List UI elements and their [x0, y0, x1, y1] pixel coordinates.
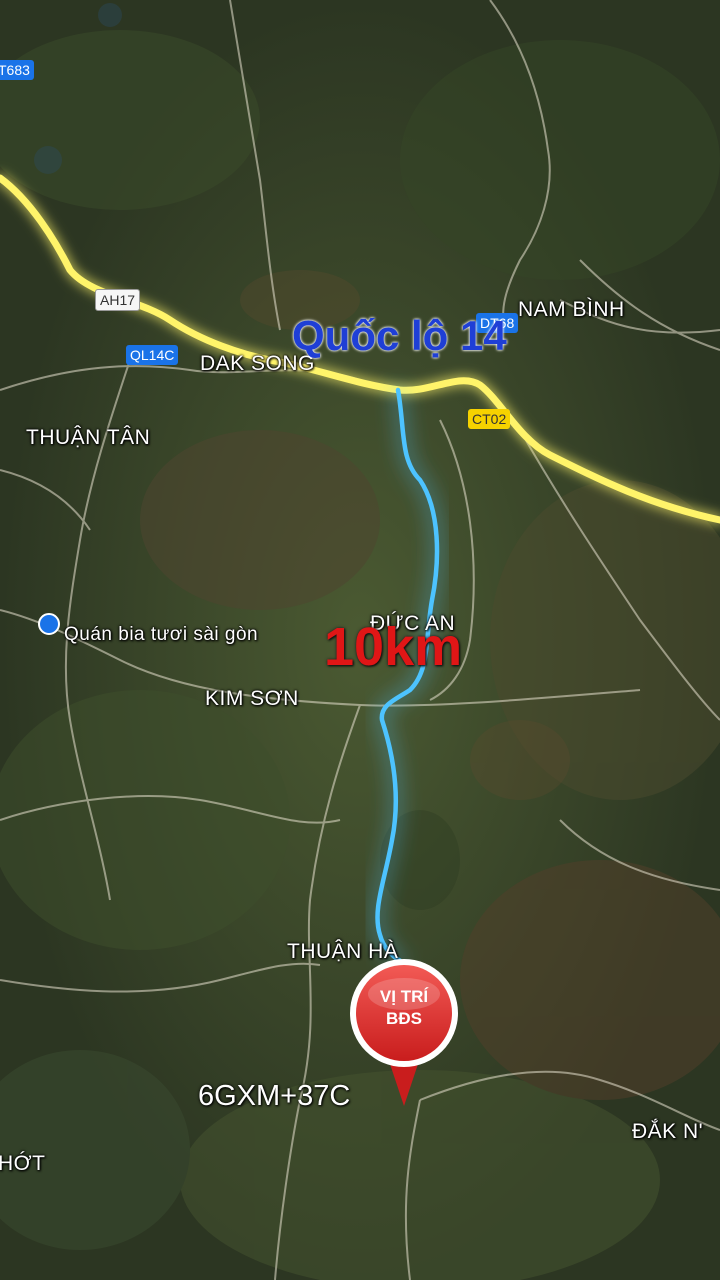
- pin-label-line2: BĐS: [386, 1009, 422, 1028]
- pin-label-line1: VỊ TRÍ: [379, 987, 429, 1006]
- satellite-map[interactable]: T683 AH17 QL14C DT68 CT02 NAM BÌNH DAK S…: [0, 0, 720, 1280]
- poi-label[interactable]: Quán bia tươi sài gòn: [64, 624, 258, 646]
- route-shield-ql14c[interactable]: QL14C: [126, 345, 179, 365]
- place-label-hot[interactable]: HỚT: [0, 1152, 46, 1176]
- distance-label: 10km: [324, 617, 463, 677]
- place-label-thuan-tan[interactable]: THUẬN TÂN: [26, 426, 150, 450]
- shopping-cart-icon[interactable]: [38, 613, 60, 635]
- place-label-nam-binh[interactable]: NAM BÌNH: [518, 298, 625, 322]
- location-pin-icon[interactable]: [338, 958, 470, 1108]
- route-shield-t683[interactable]: T683: [0, 60, 34, 80]
- place-label-kim-son[interactable]: KIM SƠN: [205, 687, 299, 711]
- pin-label: VỊ TRÍ BĐS: [338, 986, 470, 1030]
- place-label-dak-n[interactable]: ĐẮK N': [632, 1120, 703, 1144]
- plus-code-label[interactable]: 6GXM+37C: [198, 1080, 350, 1113]
- route-shield-ah17[interactable]: AH17: [95, 289, 141, 311]
- highway-title: Quốc lộ 14: [292, 312, 507, 359]
- route-shield-ct02[interactable]: CT02: [468, 409, 511, 429]
